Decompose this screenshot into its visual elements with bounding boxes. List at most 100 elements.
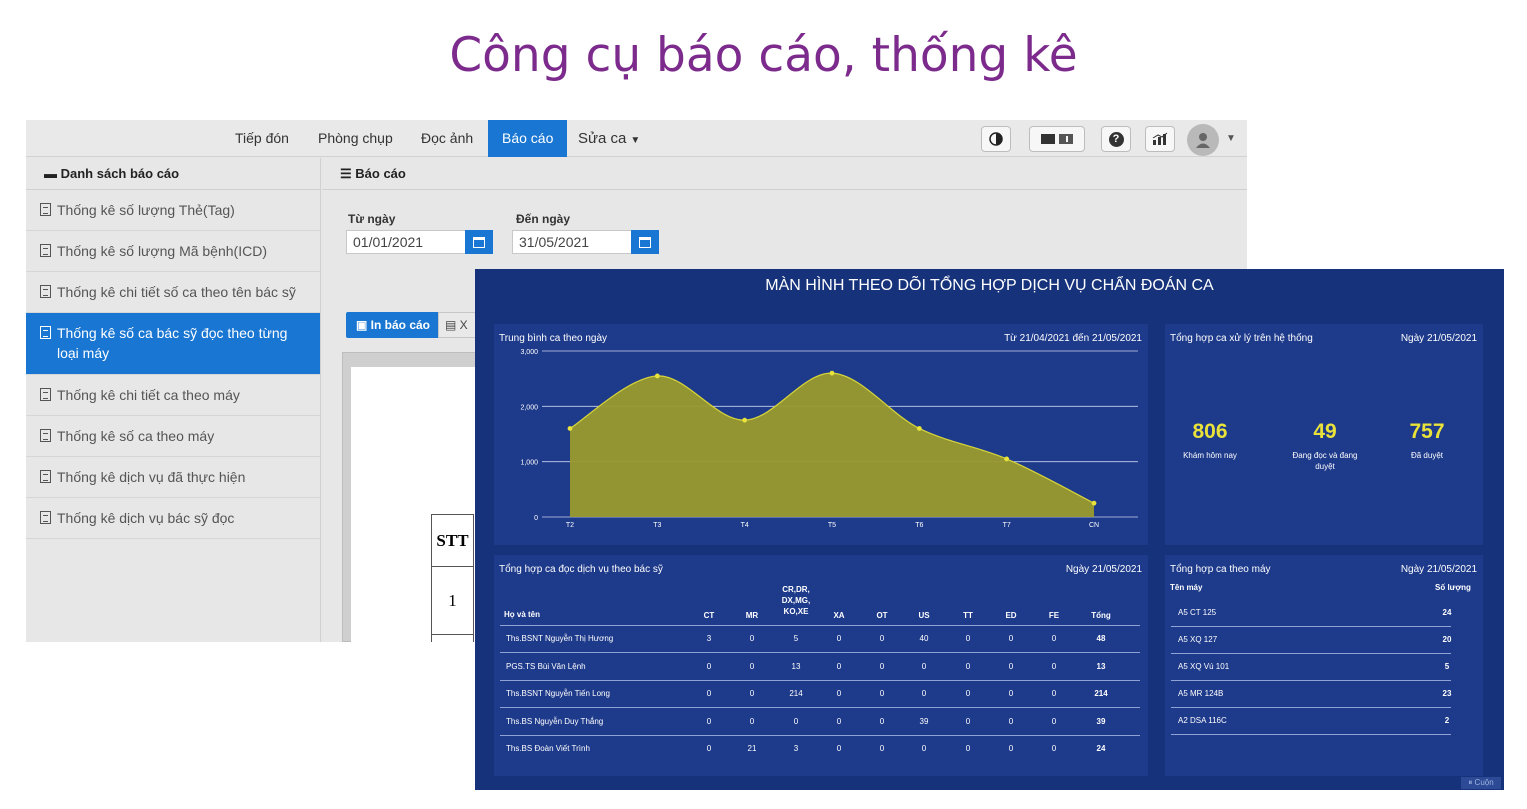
column-header: US	[918, 611, 930, 620]
table-cell: 3	[793, 744, 799, 753]
column-header: XA	[833, 611, 845, 620]
stats-button[interactable]	[1145, 126, 1175, 152]
from-calendar-button[interactable]	[465, 230, 493, 254]
system-summary-panel: Tổng hợp ca xử lý trên hệ thống Ngày 21/…	[1165, 324, 1483, 545]
machine-name: A5 MR 124B	[1178, 689, 1224, 698]
machine-count: 5	[1444, 662, 1450, 671]
sidebar-item-report[interactable]: Thống kê dịch vụ đã thực hiện	[26, 457, 320, 498]
print-report-button[interactable]: ▣ In báo cáo	[346, 312, 441, 338]
sidebar-item-report[interactable]: Thống kê chi tiết số ca theo tên bác sỹ	[26, 272, 320, 313]
x-tick-label: T7	[1003, 522, 1011, 529]
area-fill	[570, 373, 1094, 517]
machine-table: Tên máy Số lượng A5 CT 125 24 A5 XQ 127 20 A5 …	[1165, 555, 1483, 776]
table-cell: 0	[706, 661, 712, 671]
table-cell: 39	[919, 716, 929, 726]
export-excel-button[interactable]: ▤ X	[438, 312, 478, 338]
table-cell: 0	[879, 744, 885, 753]
monitoring-dashboard: MÀN HÌNH THEO DÕI TỔNG HỢP DỊCH VỤ CHẨN …	[475, 269, 1504, 790]
y-tick-label: 3,000	[520, 349, 538, 356]
from-date-input[interactable]: 01/01/2021	[346, 230, 466, 254]
column-header-count: Số lượng	[1435, 583, 1471, 592]
row-divider	[1171, 653, 1451, 654]
stat-approved-label: Đã duyệt	[1410, 451, 1444, 460]
user-avatar[interactable]	[1187, 124, 1219, 156]
table-cell: 13	[791, 661, 801, 671]
caret-down-icon[interactable]: ▼	[1226, 133, 1236, 144]
nav-phong-chup[interactable]: Phòng chụp	[304, 120, 407, 157]
column-header: FE	[1048, 611, 1060, 620]
table-cell: 0	[1008, 716, 1014, 726]
report-list-sidebar: ▬ Danh sách báo cáo Thống kê số lượng Th…	[26, 158, 321, 642]
sidebar-title: Danh sách báo cáo	[60, 166, 180, 181]
nav-bao-cao[interactable]: Báo cáo	[488, 120, 568, 157]
table-cell: 0	[836, 716, 842, 726]
scroll-toggle-button[interactable]: ⏸ Cuộn	[1461, 777, 1501, 789]
table-cell: 0	[965, 716, 971, 726]
sidebar-item-report-active[interactable]: Thống kê số ca bác sỹ đọc theo từng loại…	[26, 313, 320, 375]
nav-label: Báo cáo	[502, 130, 554, 146]
table-cell: 21	[747, 744, 757, 753]
nav-doc-anh[interactable]: Đọc ảnh	[407, 120, 487, 157]
nav-tiep-don[interactable]: Tiếp đón	[221, 120, 303, 157]
table-cell: 3	[706, 634, 712, 643]
sidebar-item-report[interactable]: Thống kê số lượng Mã bệnh(ICD)	[26, 231, 320, 272]
table-cell: 1	[431, 566, 474, 635]
machine-count: 23	[1442, 689, 1452, 698]
sidebar-item-report[interactable]: Thống kê chi tiết ca theo máy	[26, 375, 320, 416]
table-cell: 0	[836, 689, 842, 698]
table-cell: 0	[1051, 634, 1057, 643]
row-divider	[1171, 734, 1451, 735]
sidebar-item-label: Thống kê số lượng Mã bệnh(ICD)	[57, 243, 267, 259]
report-table: STT 1 2	[431, 514, 474, 642]
table-cell: 0	[879, 716, 885, 726]
doctor-table: Họ và tên CT MR CR,DR, DX,MG, KO,XE XA OT US TT…	[494, 555, 1148, 776]
machine-count: 20	[1442, 635, 1452, 644]
document-icon	[40, 326, 51, 339]
machine-count: 24	[1442, 608, 1452, 617]
save-icon: ▣	[356, 318, 371, 332]
document-icon	[40, 470, 51, 483]
nav-label: Đọc ảnh	[421, 130, 474, 146]
help-button[interactable]: ?	[1101, 126, 1131, 152]
layout-toggle[interactable]	[1029, 126, 1085, 152]
table-cell: 0	[1051, 689, 1057, 698]
to-date-input[interactable]: 31/05/2021	[512, 230, 632, 254]
table-cell: 0	[965, 661, 971, 671]
table-cell: 0	[836, 661, 842, 671]
x-tick-label: T3	[653, 522, 661, 529]
machine-name: A5 XQ 127	[1178, 635, 1218, 644]
table-cell: 0	[706, 689, 712, 698]
nav-label: Tiếp đón	[235, 130, 289, 146]
nav-sua-ca-dropdown[interactable]: Sửa ca ▼	[564, 120, 654, 157]
contrast-button[interactable]	[981, 126, 1011, 152]
x-tick-label: T5	[828, 522, 836, 529]
data-point	[567, 426, 573, 431]
top-navbar: Tiếp đón Phòng chụp Đọc ảnh Báo cáo Sửa …	[26, 120, 1247, 157]
table-cell: 0	[749, 661, 755, 671]
sidebar-item-report[interactable]: Thống kê số ca theo máy	[26, 416, 320, 457]
excel-label: X	[459, 318, 468, 332]
layout-double-icon[interactable]	[1059, 134, 1073, 144]
sidebar-item-report[interactable]: Thống kê số lượng Thẻ(Tag)	[26, 190, 320, 231]
layout-single-icon[interactable]	[1041, 134, 1055, 144]
machine-count: 2	[1444, 716, 1450, 725]
sidebar-item-label: Thống kê chi tiết ca theo máy	[57, 387, 240, 403]
table-cell: 0	[1008, 689, 1014, 698]
table-cell: 24	[1096, 744, 1106, 753]
chart-icon	[1152, 132, 1168, 145]
x-tick-label: CN	[1089, 522, 1099, 529]
folder-open-icon: ▬	[44, 166, 61, 181]
to-calendar-button[interactable]	[631, 230, 659, 254]
sidebar-item-label: Thống kê dịch vụ bác sỹ đọc	[57, 510, 235, 526]
sidebar-item-report[interactable]: Thống kê dịch vụ bác sỹ đọc	[26, 498, 320, 539]
machine-name: A2 DSA 116C	[1178, 716, 1227, 725]
column-header: ED	[1005, 611, 1017, 620]
calendar-icon	[473, 236, 485, 248]
table-cell: 0	[879, 689, 885, 698]
table-cell: 5	[793, 634, 799, 643]
document-icon	[40, 203, 51, 216]
column-header: TT	[963, 611, 973, 620]
table-cell: 48	[1096, 634, 1106, 643]
sidebar-item-label: Thống kê số ca bác sỹ đọc theo từng loại…	[57, 325, 288, 361]
table-cell: 0	[965, 689, 971, 698]
